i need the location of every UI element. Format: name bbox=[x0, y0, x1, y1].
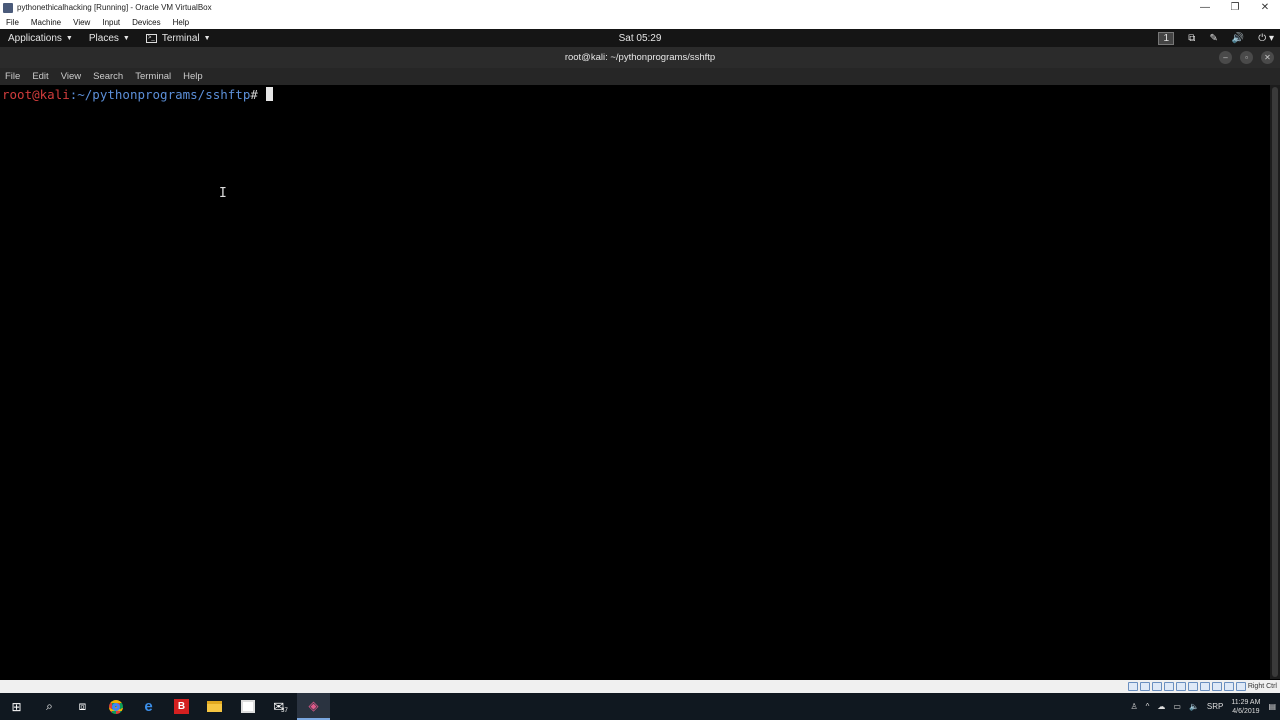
scrollbar-thumb[interactable] bbox=[1272, 87, 1278, 677]
terminal-menu-file[interactable]: File bbox=[5, 71, 20, 82]
store-icon[interactable] bbox=[231, 693, 264, 720]
people-icon[interactable]: ♙ bbox=[1130, 702, 1137, 711]
network-icon[interactable]: ⧉ bbox=[1188, 33, 1195, 44]
prompt-user: root@kali bbox=[2, 86, 70, 102]
vbox-menu-help[interactable]: Help bbox=[173, 18, 189, 27]
vbox-menu-view[interactable]: View bbox=[73, 18, 90, 27]
workspace-indicator[interactable]: 1 bbox=[1158, 31, 1175, 45]
close-button[interactable]: ✕ bbox=[1250, 0, 1280, 15]
applications-label: Applications bbox=[8, 32, 62, 44]
chevron-down-icon: ▼ bbox=[122, 34, 130, 42]
display-icon[interactable] bbox=[1199, 682, 1210, 691]
panel-status-area: 1 ⧉ ✎ 🔊 ⏻ ▾ bbox=[1144, 29, 1274, 47]
prompt-line: root@kali :~/pythonprograms/sshftp # bbox=[2, 86, 1268, 102]
terminal-window-controls: – ▫ ✕ bbox=[1211, 51, 1274, 64]
terminal-body[interactable]: root@kali :~/pythonprograms/sshftp # bbox=[0, 85, 1270, 679]
terminal-menu-help[interactable]: Help bbox=[183, 71, 203, 82]
tray-date: 4/6/2019 bbox=[1232, 707, 1260, 715]
network-adapter-icon[interactable] bbox=[1163, 682, 1174, 691]
mouse-integration-icon[interactable] bbox=[1223, 682, 1234, 691]
vbox-menubar: File Machine View Input Devices Help bbox=[0, 15, 1280, 29]
keyboard-icon[interactable] bbox=[1235, 682, 1246, 691]
terminal-scrollbar[interactable] bbox=[1270, 85, 1280, 679]
optical-drive-icon[interactable] bbox=[1139, 682, 1150, 691]
ibeam-cursor-icon: I bbox=[219, 186, 227, 201]
places-menu[interactable]: Places ▼ bbox=[89, 33, 130, 44]
virtualbox-app-icon bbox=[3, 2, 13, 13]
taskbar-clock[interactable]: 11:29 AM 4/6/2019 bbox=[1231, 698, 1260, 716]
chevron-down-icon: ▼ bbox=[65, 34, 73, 42]
onedrive-icon[interactable]: ☁ bbox=[1157, 702, 1165, 711]
vbox-menu-input[interactable]: Input bbox=[102, 18, 120, 27]
virtualbox-icon[interactable]: ◈ bbox=[297, 693, 330, 720]
terminal-maximize-button[interactable]: ▫ bbox=[1240, 51, 1253, 64]
tray-time: 11:29 AM bbox=[1231, 698, 1261, 706]
b-app-icon[interactable]: B bbox=[165, 693, 198, 720]
terminal-minimize-button[interactable]: – bbox=[1219, 51, 1232, 64]
applications-menu[interactable]: Applications ▼ bbox=[8, 33, 73, 44]
vbox-statusbar: Right Ctrl bbox=[0, 680, 1280, 693]
file-explorer-icon[interactable] bbox=[198, 693, 231, 720]
vbox-window-controls: — ❐ ✕ bbox=[1190, 0, 1280, 15]
terminal-menu-terminal[interactable]: Terminal bbox=[135, 71, 171, 82]
terminal-close-button[interactable]: ✕ bbox=[1261, 51, 1274, 64]
language-indicator[interactable]: SRP bbox=[1207, 702, 1223, 711]
video-capture-icon[interactable] bbox=[1211, 682, 1222, 691]
terminal-app-menu[interactable]: >_ Terminal ▼ bbox=[145, 32, 211, 44]
pen-icon[interactable]: ✎ bbox=[1209, 33, 1217, 44]
audio-icon[interactable] bbox=[1151, 682, 1162, 691]
notifications-icon[interactable]: ▤ bbox=[1268, 702, 1276, 711]
mail-badge: 37 bbox=[281, 707, 288, 714]
start-icon[interactable]: ⊞ bbox=[0, 693, 33, 720]
volume-tray-icon[interactable]: 🔈 bbox=[1189, 702, 1199, 711]
terminal-icon: >_ bbox=[145, 33, 157, 43]
terminal-menu-edit[interactable]: Edit bbox=[32, 71, 48, 82]
terminal-menubar: File Edit View Search Terminal Help bbox=[0, 68, 1280, 85]
edge-icon[interactable]: e bbox=[132, 693, 165, 720]
vbox-titlebar: pythonethicalhacking [Running] - Oracle … bbox=[0, 0, 1280, 15]
terminal-titlebar: root@kali: ~/pythonprograms/sshftp – ▫ ✕ bbox=[0, 47, 1280, 68]
places-label: Places bbox=[88, 32, 119, 44]
terminal-menu-view[interactable]: View bbox=[61, 71, 81, 82]
chrome-icon[interactable] bbox=[99, 693, 132, 720]
vbox-window-title: pythonethicalhacking [Running] - Oracle … bbox=[17, 3, 212, 12]
windows-taskbar: ⊞ ⌕ ⧈ e B ✉ 37 ◈ ♙ ^ ☁ ▭ 🔈 SRP 11:29 AM 4… bbox=[0, 693, 1280, 720]
task-view-icon[interactable]: ⧈ bbox=[66, 693, 99, 720]
host-key-label: Right Ctrl bbox=[1247, 683, 1277, 690]
mail-icon[interactable]: ✉ 37 bbox=[264, 693, 297, 720]
usb-icon[interactable] bbox=[1175, 682, 1186, 691]
minimize-button[interactable]: — bbox=[1190, 0, 1220, 15]
network-tray-icon[interactable]: ▭ bbox=[1173, 702, 1181, 711]
kali-top-panel: Applications ▼ Places ▼ >_ Terminal ▼ Sa… bbox=[0, 29, 1280, 47]
prompt-symbol: # bbox=[250, 86, 258, 102]
prompt-path: :~/pythonprograms/sshftp bbox=[69, 86, 251, 102]
chevron-down-icon: ▼ bbox=[203, 34, 211, 42]
terminal-menu-search[interactable]: Search bbox=[93, 71, 123, 82]
system-tray: ♙ ^ ☁ ▭ 🔈 SRP 11:29 AM 4/6/2019 ▤ bbox=[1122, 693, 1276, 720]
restore-button[interactable]: ❐ bbox=[1220, 0, 1250, 15]
chevron-up-icon[interactable]: ^ bbox=[1146, 702, 1150, 711]
volume-icon[interactable]: 🔊 bbox=[1232, 33, 1244, 44]
text-cursor bbox=[265, 87, 273, 101]
terminal-app-label: Terminal bbox=[161, 32, 200, 44]
search-icon[interactable]: ⌕ bbox=[33, 693, 66, 720]
vbox-menu-devices[interactable]: Devices bbox=[132, 18, 160, 27]
vbox-menu-file[interactable]: File bbox=[6, 18, 19, 27]
hard-disk-icon[interactable] bbox=[1127, 682, 1138, 691]
shared-folders-icon[interactable] bbox=[1187, 682, 1198, 691]
vbox-menu-machine[interactable]: Machine bbox=[31, 18, 61, 27]
power-icon[interactable]: ⏻ ▾ bbox=[1258, 33, 1274, 44]
terminal-window-title: root@kali: ~/pythonprograms/sshftp bbox=[564, 52, 716, 63]
